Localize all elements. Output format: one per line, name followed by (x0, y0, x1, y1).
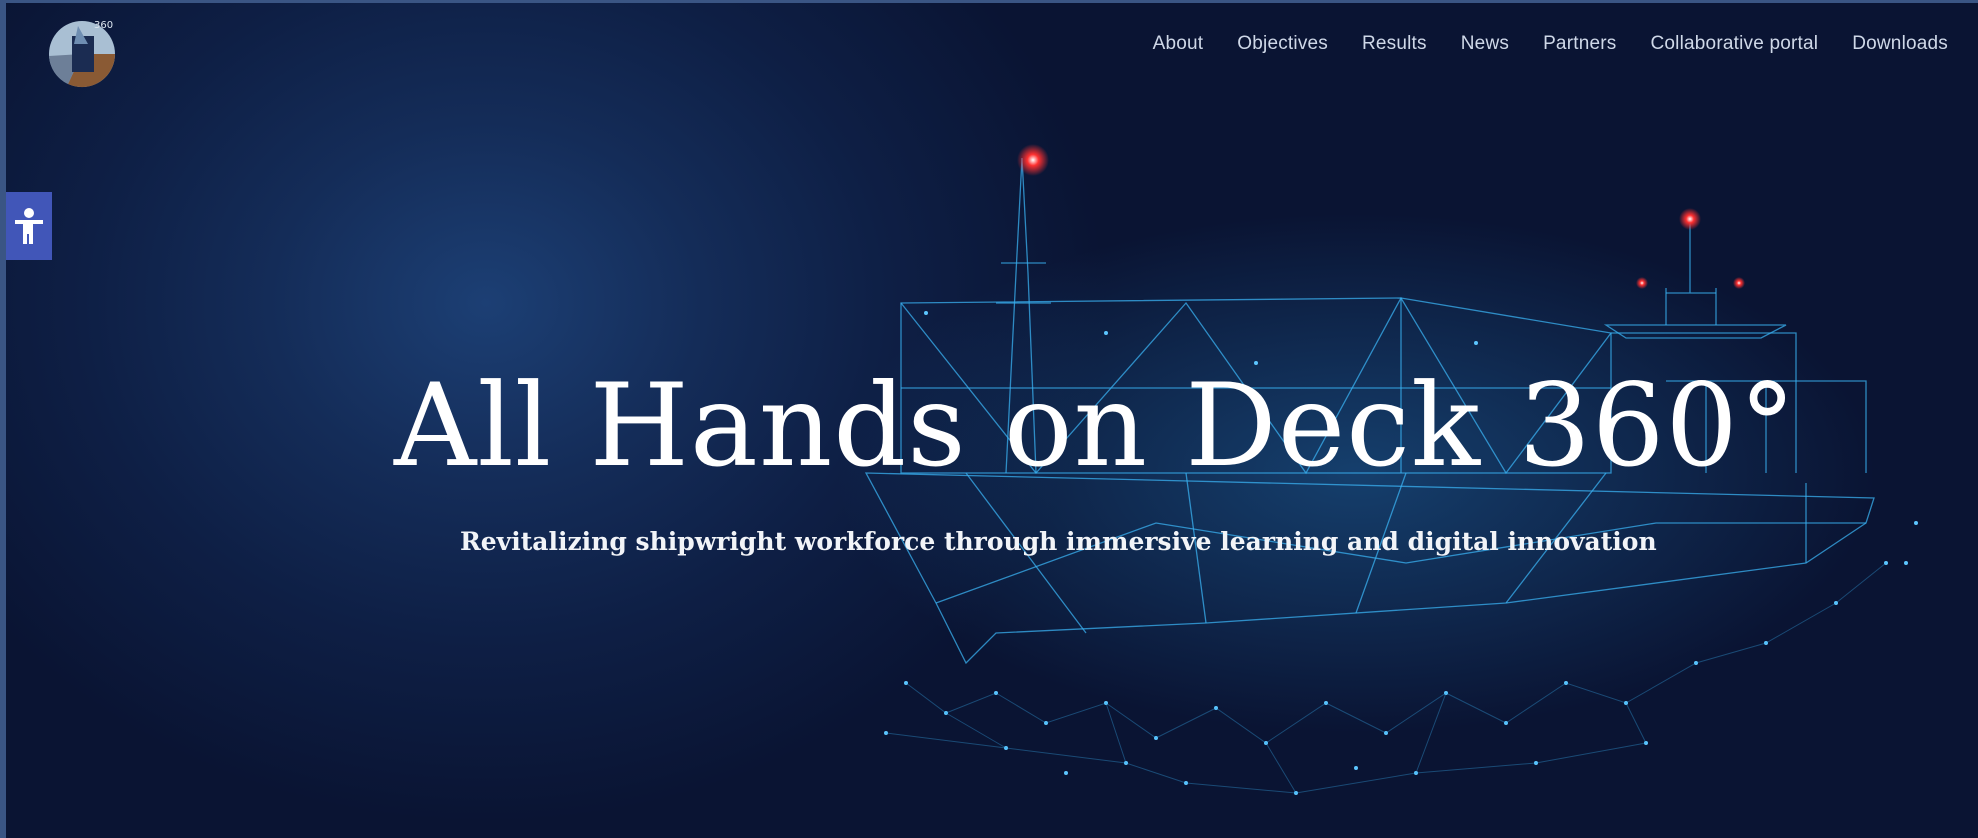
mast-light (1679, 208, 1701, 230)
mast-light (1017, 144, 1049, 176)
mast-light (1733, 277, 1745, 289)
mast-light (1636, 277, 1648, 289)
page-frame: 360 About Objectives Results News Partne… (0, 0, 1978, 838)
hero-title: All Hands on Deck 360° (394, 359, 1797, 492)
hero-subtitle: Revitalizing shipwright workforce throug… (460, 527, 1657, 556)
